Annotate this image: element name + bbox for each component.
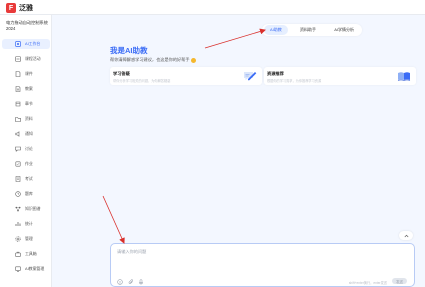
sidebar-item-label: 统计 bbox=[25, 221, 33, 226]
activity-icon bbox=[15, 56, 21, 62]
statistics-icon bbox=[15, 221, 21, 227]
sidebar-item-knowledge-graph[interactable]: 知识图谱 bbox=[2, 204, 50, 214]
sidebar-item-courseware[interactable]: 课件 bbox=[2, 69, 50, 79]
chat-composer: shift+enter换行，enter发送 发送 bbox=[110, 243, 415, 287]
attachment-icon[interactable] bbox=[128, 279, 134, 285]
send-button[interactable]: 发送 bbox=[392, 278, 407, 284]
course-title: 电力拖动自动控制系统2024 bbox=[6, 20, 48, 31]
sidebar-item-discussion[interactable]: 讨论 bbox=[2, 144, 50, 154]
page-subtitle: 帮你清障解惑学习建议，也这是你的好帮手 bbox=[110, 57, 196, 63]
emoji-icon[interactable] bbox=[117, 279, 123, 285]
page-title: 我是AI助教 bbox=[110, 46, 148, 55]
arrow-to-ai-tab bbox=[204, 28, 266, 49]
sidebar: 电力拖动自动控制系统2024 AI工作台 课程活动 课件 教案 章节 资料 通知 bbox=[0, 15, 52, 287]
manage-icon bbox=[15, 236, 21, 242]
notice-icon bbox=[15, 131, 21, 137]
sidebar-item-ai-plan-manage[interactable]: AI教案管理 bbox=[2, 264, 50, 274]
sidebar-item-label: 工具箱 bbox=[25, 251, 37, 256]
sidebar-item-manage[interactable]: 管理 bbox=[2, 234, 50, 244]
microphone-icon[interactable] bbox=[138, 279, 144, 285]
tab-ai-learning-analysis[interactable]: AI学情分析 bbox=[328, 25, 360, 35]
sidebar-item-label: 管理 bbox=[25, 236, 33, 241]
sidebar-item-toolbox[interactable]: 工具箱 bbox=[2, 249, 50, 259]
sidebar-item-label: 教案 bbox=[25, 86, 33, 91]
page-subtitle-text: 帮你清障解惑学习建议，也这是你的好帮手 bbox=[110, 57, 190, 62]
sidebar-item-activity[interactable]: 课程活动 bbox=[2, 54, 50, 64]
card-study-qa[interactable]: 学习答疑 帮你分析学习相关的问题，为你解答疑惑 bbox=[110, 67, 262, 85]
sidebar-item-chapter[interactable]: 章节 bbox=[2, 99, 50, 109]
knowledge-graph-icon bbox=[15, 206, 21, 212]
brand-name: 泛雅 bbox=[19, 5, 33, 12]
sidebar-item-homework[interactable]: 作业 bbox=[2, 159, 50, 169]
composer-hint: shift+enter换行，enter发送 bbox=[348, 281, 387, 285]
sidebar-item-statistics[interactable]: 统计 bbox=[2, 219, 50, 229]
homework-icon bbox=[15, 161, 21, 167]
discussion-icon bbox=[15, 146, 21, 152]
sidebar-item-label: 课件 bbox=[25, 71, 33, 76]
open-book-icon bbox=[397, 72, 411, 81]
chevron-up-icon bbox=[404, 234, 408, 237]
sidebar-item-ai-workbench[interactable]: AI工作台 bbox=[2, 39, 50, 49]
card-resource-recommend[interactable]: 资源推荐 根据你的学习需求，为你推荐学习资源 bbox=[264, 67, 416, 85]
sidebar-item-label: 讨论 bbox=[25, 146, 33, 151]
chapter-icon bbox=[15, 101, 21, 107]
assistant-tabs: AI助教 资料助手 AI学情分析 bbox=[262, 24, 362, 36]
pencil-chat-icon bbox=[244, 72, 257, 81]
sidebar-item-label: AI工作台 bbox=[25, 41, 41, 46]
collapse-button[interactable] bbox=[399, 231, 413, 240]
sidebar-item-lesson-plan[interactable]: 教案 bbox=[2, 84, 50, 94]
top-bar: F 泛雅 bbox=[0, 0, 425, 15]
materials-icon bbox=[15, 116, 21, 122]
sidebar-item-materials[interactable]: 资料 bbox=[2, 114, 50, 124]
sidebar-item-label: AI教案管理 bbox=[25, 266, 45, 271]
sidebar-item-exam[interactable]: 考试 bbox=[2, 174, 50, 184]
ai-plan-manage-icon bbox=[15, 266, 21, 272]
chat-input[interactable] bbox=[117, 249, 407, 254]
smile-emoji-icon bbox=[190, 57, 196, 63]
ai-workbench-icon bbox=[15, 41, 21, 47]
exam-icon bbox=[15, 176, 21, 182]
card-title: 资源推荐 bbox=[267, 71, 284, 76]
sidebar-item-label: 知识图谱 bbox=[25, 206, 41, 211]
brand-logo-icon: F bbox=[6, 3, 16, 13]
sidebar-item-notice[interactable]: 通知 bbox=[2, 129, 50, 139]
card-title: 学习答疑 bbox=[113, 71, 130, 76]
sidebar-item-label: 资料 bbox=[25, 116, 33, 121]
sidebar-item-label: 作业 bbox=[25, 161, 33, 166]
card-description: 帮你分析学习相关的问题，为你解答疑惑 bbox=[113, 79, 171, 83]
sidebar-item-label: 通知 bbox=[25, 131, 33, 136]
sidebar-item-label: 题库 bbox=[25, 191, 33, 196]
question-bank-icon bbox=[15, 191, 21, 197]
sidebar-item-label: 考试 bbox=[25, 176, 33, 181]
tab-materials-assistant[interactable]: 资料助手 bbox=[294, 25, 322, 35]
sidebar-item-question-bank[interactable]: 题库 bbox=[2, 189, 50, 199]
lesson-plan-icon bbox=[15, 86, 21, 92]
courseware-icon bbox=[15, 71, 21, 77]
brand-logo[interactable]: F 泛雅 bbox=[6, 3, 33, 13]
tab-ai-assistant[interactable]: AI助教 bbox=[264, 25, 288, 35]
sidebar-item-label: 章节 bbox=[25, 101, 33, 106]
card-description: 根据你的学习需求，为你推荐学习资源 bbox=[267, 79, 322, 83]
arrow-to-chat-input bbox=[102, 195, 125, 244]
sidebar-item-label: 课程活动 bbox=[25, 56, 41, 61]
toolbox-icon bbox=[15, 251, 21, 257]
